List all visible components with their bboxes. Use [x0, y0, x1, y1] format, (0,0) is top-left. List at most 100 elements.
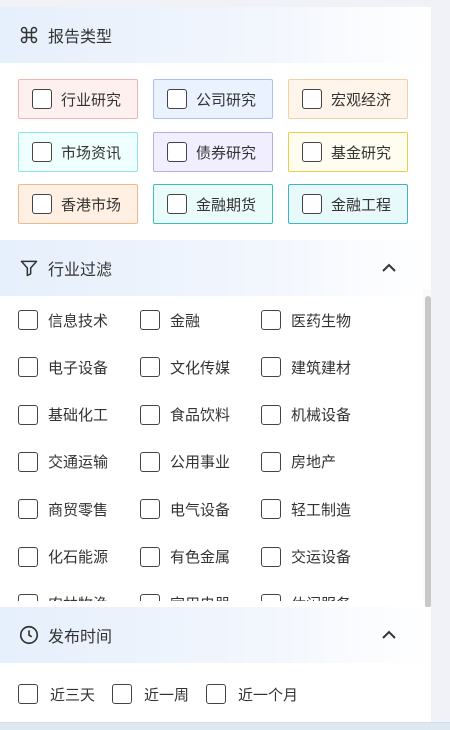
- checkbox[interactable]: [261, 499, 281, 520]
- checkbox[interactable]: [18, 404, 38, 425]
- industry-option[interactable]: 医药生物: [261, 309, 351, 331]
- checkbox[interactable]: [302, 194, 322, 214]
- report-type-tag[interactable]: 债券研究: [153, 132, 273, 172]
- industry-option[interactable]: 轻工制造: [261, 498, 351, 520]
- checkbox[interactable]: [261, 357, 281, 378]
- checkbox[interactable]: [18, 499, 38, 520]
- report-type-tag[interactable]: 行业研究: [18, 79, 138, 119]
- industry-label: 房地产: [291, 453, 337, 472]
- checkbox[interactable]: [140, 357, 160, 378]
- industry-label: 轻工制造: [291, 500, 352, 519]
- report-type-tag[interactable]: 公司研究: [153, 79, 273, 119]
- industry-option[interactable]: 文化传媒: [140, 356, 230, 378]
- industry-option[interactable]: 金融: [140, 309, 200, 331]
- industry-option[interactable]: 农林牧渔: [18, 593, 108, 601]
- industry-filter-header[interactable]: 行业过滤: [0, 240, 431, 296]
- industry-list[interactable]: 信息技术 金融 医药生物电子设备 文化传媒 建筑建材基础化工 食品饮料 机械设备交通运输 公用…: [0, 289, 431, 601]
- checkbox[interactable]: [261, 593, 281, 601]
- report-type-tag[interactable]: 基金研究: [288, 132, 408, 172]
- report-type-tag[interactable]: 金融工程: [288, 184, 408, 224]
- industry-label: 食品饮料: [170, 406, 231, 425]
- report-type-title: 报告类型: [48, 27, 113, 46]
- industry-option[interactable]: 化石能源: [18, 546, 108, 568]
- checkbox[interactable]: [140, 310, 160, 330]
- tag-label: 香港市场: [61, 195, 122, 214]
- scrollbar-thumb[interactable]: [425, 296, 431, 608]
- checkbox[interactable]: [140, 404, 160, 425]
- checkbox[interactable]: [18, 546, 38, 567]
- industry-option[interactable]: 电气设备: [140, 498, 230, 520]
- industry-label: 电子设备: [48, 358, 109, 377]
- checkbox[interactable]: [18, 684, 38, 704]
- report-type-tag[interactable]: 金融期货: [153, 184, 273, 224]
- industry-label: 文化传媒: [170, 358, 231, 377]
- industry-label: 医药生物: [291, 311, 352, 330]
- publish-time-title: 发布时间: [48, 627, 113, 646]
- checkbox[interactable]: [140, 593, 160, 601]
- report-type-tag[interactable]: 宏观经济: [288, 79, 408, 119]
- checkbox[interactable]: [18, 593, 38, 601]
- industry-option[interactable]: 交运设备: [261, 546, 351, 568]
- publish-time-option[interactable]: 近一个月: [206, 683, 298, 705]
- checkbox[interactable]: [140, 546, 160, 567]
- tag-label: 市场资讯: [61, 143, 122, 162]
- checkbox[interactable]: [167, 142, 187, 162]
- publish-time-header[interactable]: 发布时间: [0, 607, 431, 663]
- checkbox[interactable]: [261, 310, 281, 330]
- industry-label: 家用电器: [170, 593, 230, 601]
- industry-option[interactable]: 食品饮料: [140, 404, 230, 426]
- checkbox[interactable]: [302, 89, 322, 109]
- checkbox[interactable]: [32, 89, 52, 109]
- report-type-tag[interactable]: 市场资讯: [18, 132, 138, 172]
- industry-option[interactable]: 电子设备: [18, 356, 108, 378]
- industry-label: 化石能源: [48, 548, 109, 566]
- checkbox[interactable]: [261, 404, 281, 425]
- chevron-up-icon[interactable]: [379, 258, 399, 278]
- industry-filter-title: 行业过滤: [48, 260, 113, 279]
- time-label: 近一个月: [238, 685, 299, 704]
- industry-label: 金融: [170, 311, 201, 330]
- industry-option[interactable]: 房地产: [261, 451, 336, 473]
- checkbox[interactable]: [112, 684, 132, 704]
- industry-label: 商贸零售: [48, 500, 109, 519]
- command-icon: [18, 24, 40, 46]
- industry-label: 休闲服务: [291, 593, 351, 601]
- checkbox[interactable]: [140, 499, 160, 520]
- chevron-up-icon[interactable]: [379, 625, 399, 645]
- checkbox[interactable]: [167, 89, 187, 109]
- industry-option[interactable]: 机械设备: [261, 404, 351, 426]
- publish-time-option[interactable]: 近三天: [18, 683, 95, 705]
- checkbox[interactable]: [18, 451, 38, 472]
- checkbox[interactable]: [261, 546, 281, 567]
- tag-label: 债券研究: [196, 143, 257, 162]
- tag-label: 金融工程: [331, 195, 392, 214]
- industry-option[interactable]: 基础化工: [18, 404, 108, 426]
- tag-label: 金融期货: [196, 195, 257, 214]
- tag-label: 基金研究: [331, 143, 392, 162]
- industry-option[interactable]: 交通运输: [18, 451, 108, 473]
- tag-label: 行业研究: [61, 90, 122, 109]
- industry-option[interactable]: 家用电器: [140, 593, 230, 601]
- industry-label: 建筑建材: [291, 358, 352, 377]
- industry-label: 交运设备: [291, 548, 352, 566]
- checkbox[interactable]: [32, 194, 52, 214]
- checkbox[interactable]: [167, 194, 187, 214]
- industry-option[interactable]: 休闲服务: [261, 593, 351, 601]
- filter-icon: [18, 257, 40, 279]
- industry-option[interactable]: 信息技术: [18, 309, 108, 331]
- checkbox[interactable]: [18, 310, 38, 330]
- industry-option[interactable]: 建筑建材: [261, 356, 351, 378]
- industry-option[interactable]: 公用事业: [140, 451, 230, 473]
- checkbox[interactable]: [32, 142, 52, 162]
- checkbox[interactable]: [140, 451, 160, 472]
- industry-option[interactable]: 商贸零售: [18, 498, 108, 520]
- checkbox[interactable]: [261, 451, 281, 472]
- industry-label: 机械设备: [291, 406, 352, 425]
- report-type-tag[interactable]: 香港市场: [18, 184, 138, 224]
- tag-label: 公司研究: [196, 90, 257, 109]
- industry-option[interactable]: 有色金属: [140, 546, 230, 568]
- checkbox[interactable]: [302, 142, 322, 162]
- publish-time-option[interactable]: 近一周: [112, 683, 189, 705]
- checkbox[interactable]: [18, 357, 38, 378]
- checkbox[interactable]: [206, 684, 226, 704]
